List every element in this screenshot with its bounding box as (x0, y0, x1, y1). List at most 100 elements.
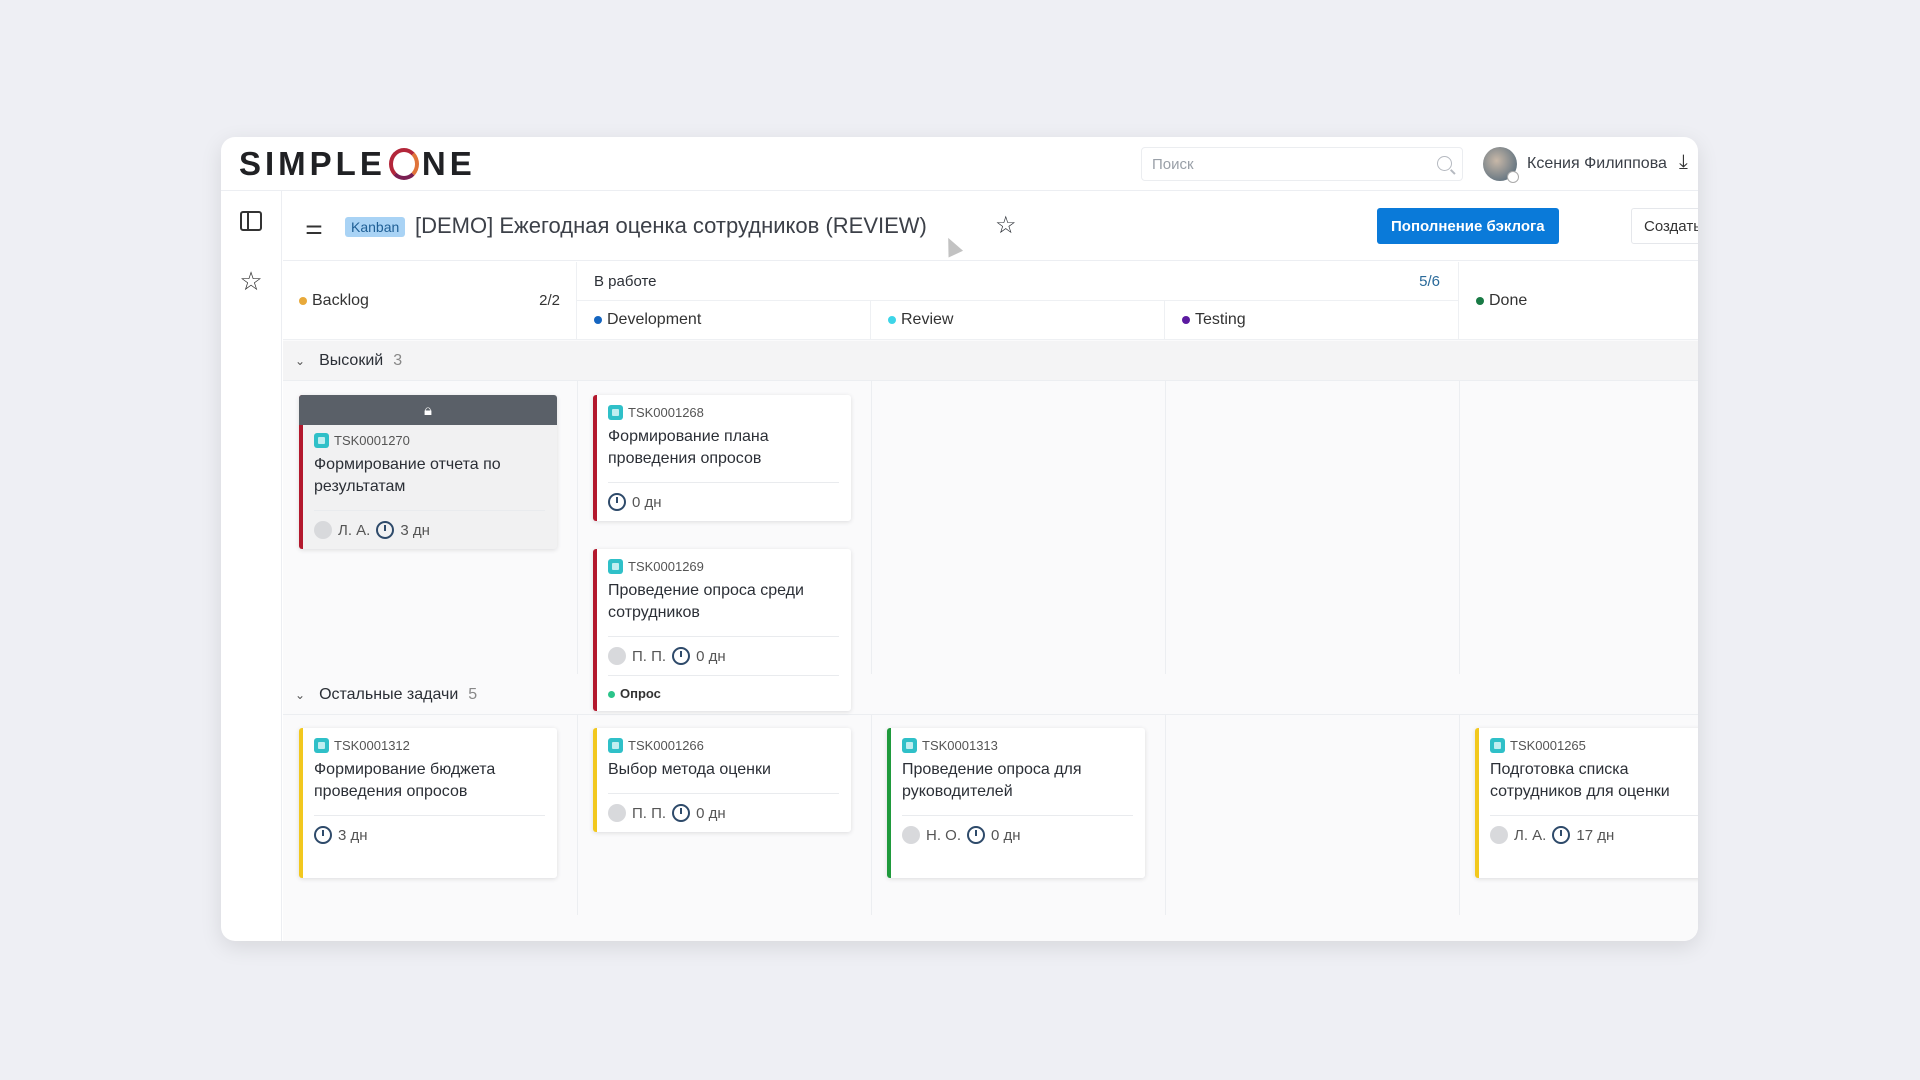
group-label: Остальные задачи (319, 685, 459, 703)
task-title: Формирование плана проведения опросов (608, 426, 839, 483)
column-header-done: Done (1459, 262, 1698, 340)
star-icon: ☆ (239, 266, 263, 296)
task-card[interactable]: TSK0001312 Формирование бюджета проведен… (299, 728, 557, 878)
search-icon[interactable] (1437, 156, 1452, 171)
task-card[interactable]: 🔒︎ TSK0001270 Формирование отчета по рез… (299, 395, 557, 549)
favorite-star-icon[interactable]: ☆ (995, 211, 1017, 240)
locked-banner: 🔒︎ (299, 395, 557, 425)
column-divider (1459, 715, 1460, 915)
group-count: 3 (393, 351, 403, 369)
in-work-label: В работе (594, 273, 657, 290)
task-title: Формирование отчета по результатам (314, 454, 545, 511)
kanban-board: Backlog 2/2 В работе 5/6 Development Rev… (283, 262, 1698, 941)
assignee-avatar-icon (608, 804, 626, 822)
lock-icon: 🔒︎ (424, 401, 432, 419)
development-status-dot (594, 315, 602, 324)
task-title: Формирование бюджета проведения опросов (314, 759, 545, 816)
task-id[interactable]: TSK0001266 (628, 738, 704, 753)
task-id[interactable]: TSK0001269 (628, 559, 704, 574)
task-title: Подготовка списка сотрудников для оценки (1490, 759, 1698, 816)
group-count: 5 (468, 685, 478, 703)
tag-dot (608, 691, 615, 699)
done-label: Done (1489, 292, 1528, 309)
task-card[interactable]: TSK0001269 Проведение опроса среди сотру… (593, 549, 851, 711)
task-duration: 0 дн (991, 826, 1021, 844)
assignee-avatar-icon (1490, 826, 1508, 844)
backlog-status-dot (299, 296, 307, 305)
task-title: Выбор метода оценки (608, 759, 839, 794)
sidebar: ☆ (221, 191, 282, 941)
group-other-tasks[interactable]: ⌄ Остальные задачи 5 (283, 675, 1698, 715)
task-card[interactable]: TSK0001268 Формирование плана проведения… (593, 395, 851, 521)
column-header-in-work: В работе 5/6 (577, 262, 1459, 301)
column-divider (577, 380, 578, 674)
task-type-icon (608, 738, 623, 753)
task-duration: 0 дн (632, 493, 662, 511)
task-type-icon (608, 559, 623, 574)
task-duration: 17 дн (1576, 826, 1615, 844)
clock-icon (608, 493, 626, 511)
user-avatar (1483, 147, 1519, 183)
task-id[interactable]: TSK0001268 (628, 405, 704, 420)
testing-status-dot (1182, 315, 1190, 324)
clock-icon (967, 826, 986, 844)
assignee-initials: Н. О. (926, 826, 962, 844)
column-divider (1459, 380, 1460, 674)
filter-settings-icon[interactable]: ⚌ (305, 215, 323, 240)
task-duration: 0 дн (696, 647, 726, 665)
development-label: Development (607, 311, 702, 328)
column-divider (871, 715, 872, 915)
user-name: Ксения Филиппова (1527, 155, 1667, 172)
view-type-badge: Kanban (345, 217, 406, 237)
column-header-development: Development (577, 301, 871, 340)
clock-icon (376, 521, 395, 539)
chevron-down-icon[interactable]: ⌄ (295, 354, 305, 368)
task-type-icon (314, 738, 329, 753)
review-label: Review (901, 311, 954, 328)
backlog-refill-button[interactable]: Пополнение бэклога (1377, 208, 1559, 244)
clock-icon (672, 647, 691, 665)
task-type-icon (314, 433, 329, 448)
assignee-avatar-icon (902, 826, 920, 844)
in-work-count: 5/6 (1419, 273, 1440, 290)
page-title: [DEMO] Ежегодная оценка сотрудников (REV… (415, 213, 927, 238)
create-task-button[interactable]: Создать задачу (1631, 208, 1698, 244)
task-type-icon (902, 738, 917, 753)
column-divider (1165, 715, 1166, 915)
assignee-avatar-icon (314, 521, 332, 539)
column-header-backlog: Backlog 2/2 (283, 262, 577, 340)
download-icon[interactable]: ⤓ (1679, 151, 1688, 174)
top-bar: SIMPLE NE Поиск Ксения Филиппова ⤓ (221, 137, 1698, 191)
user-menu[interactable]: Ксения Филиппова (1483, 147, 1667, 183)
task-tag[interactable]: Опрос (608, 675, 839, 701)
task-id[interactable]: TSK0001312 (334, 738, 410, 753)
task-card[interactable]: TSK0001313 Проведение опроса для руковод… (887, 728, 1145, 878)
task-duration: 3 дн (338, 826, 368, 844)
main-content: ⚌ Kanban [DEMO] Ежегодная оценка сотрудн… (283, 191, 1698, 941)
assignee-initials: П. П. (632, 804, 667, 822)
favorites-button[interactable]: ☆ (239, 266, 263, 296)
assignee-avatar-icon (608, 647, 626, 665)
backlog-count: 2/2 (539, 292, 560, 309)
column-divider (1165, 380, 1166, 674)
search-input[interactable]: Поиск (1141, 147, 1463, 181)
task-id[interactable]: TSK0001265 (1510, 738, 1586, 753)
task-type-icon (1490, 738, 1505, 753)
task-id[interactable]: TSK0001270 (334, 433, 410, 448)
tag-label: Опрос (620, 686, 661, 701)
column-divider (871, 380, 872, 674)
column-header-review: Review (871, 301, 1165, 340)
app-window: SIMPLE NE Поиск Ксения Филиппова ⤓ ☆ ⚌ Ka… (221, 137, 1698, 941)
assignee-initials: Л. А. (338, 521, 371, 539)
task-card[interactable]: TSK0001265 Подготовка списка сотрудников… (1475, 728, 1698, 878)
chevron-down-icon[interactable]: ⌄ (295, 688, 305, 702)
task-id[interactable]: TSK0001313 (922, 738, 998, 753)
logo-ring-icon (388, 148, 419, 180)
column-header-testing: Testing (1165, 301, 1459, 340)
sidebar-toggle-button[interactable] (239, 209, 263, 233)
simpleone-logo[interactable]: SIMPLE NE (239, 145, 476, 183)
group-high-priority[interactable]: ⌄ Высокий 3 (283, 341, 1698, 381)
task-card[interactable]: TSK0001266 Выбор метода оценки П. П. 0 дн (593, 728, 851, 832)
testing-label: Testing (1195, 311, 1246, 328)
panel-icon (240, 211, 262, 231)
